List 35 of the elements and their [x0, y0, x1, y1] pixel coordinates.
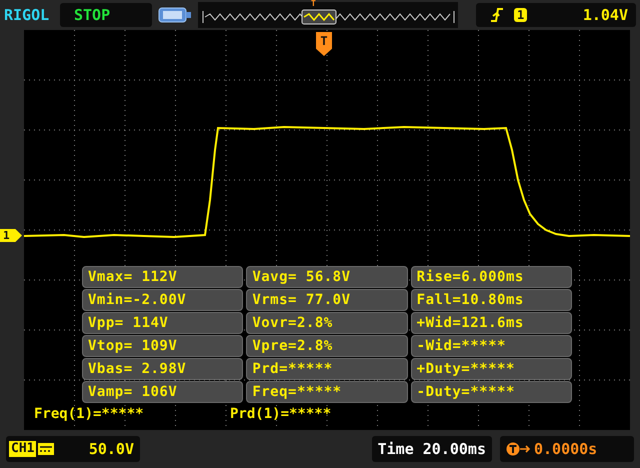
measurement-readout: Rise=6.000ms: [410, 266, 572, 288]
measurement-readout: Vavg= 56.8V: [246, 266, 408, 288]
timebase-label: Time 20.00ms: [372, 436, 492, 462]
view-window-drawing: [301, 10, 336, 24]
measurement-readout: Vrms= 77.0V: [246, 289, 408, 311]
measurement-readout: Vovr=2.8%: [246, 312, 408, 334]
measurement-readout: -Duty=*****: [410, 381, 572, 403]
measurement-readout: Freq=*****: [246, 381, 408, 403]
measurement-readout: Vbas= 2.98V: [82, 358, 244, 380]
dc-coupling-icon: [38, 443, 54, 455]
measurement-readout: Vtop= 109V: [82, 335, 244, 357]
measurement-readout: Fall=10.80ms: [410, 289, 572, 311]
channel-label: CH1: [9, 441, 36, 457]
measurement-readout: Vamp= 106V: [82, 381, 244, 403]
measurement-readout: Vmin=-2.00V: [82, 289, 244, 311]
counter-readout: Freq(1)=*****: [34, 406, 145, 422]
trigger-position-marker: T: [311, 0, 316, 8]
rising-edge-icon: [490, 7, 504, 23]
channel-marker: 1: [0, 229, 22, 242]
brand-label: RIGOL: [4, 6, 50, 24]
measurement-readout: +Wid=121.6ms: [410, 312, 572, 334]
vertical-scale-label: 50.0V: [88, 440, 134, 458]
counter-readout: Prd(1)=*****: [230, 406, 332, 422]
measurement-readout: +Duty=*****: [410, 358, 572, 380]
trigger-marker: T: [316, 32, 332, 56]
measurement-readout: Vpre=2.8%: [246, 335, 408, 357]
measurement-readout: Vpp= 114V: [82, 312, 244, 334]
measurement-readout: -Wid=*****: [410, 335, 572, 357]
trigger-offset-label: 0.0000s: [534, 440, 598, 458]
measurement-readout: Vmax= 112V: [82, 266, 244, 288]
trigger-offset-icon: [506, 442, 532, 456]
trigger-level-label: 1.04V: [582, 6, 628, 24]
measurement-readout: Prd=*****: [246, 358, 408, 380]
trigger-source-badge: 1: [514, 8, 528, 22]
run-state-label: STOP: [60, 3, 152, 27]
